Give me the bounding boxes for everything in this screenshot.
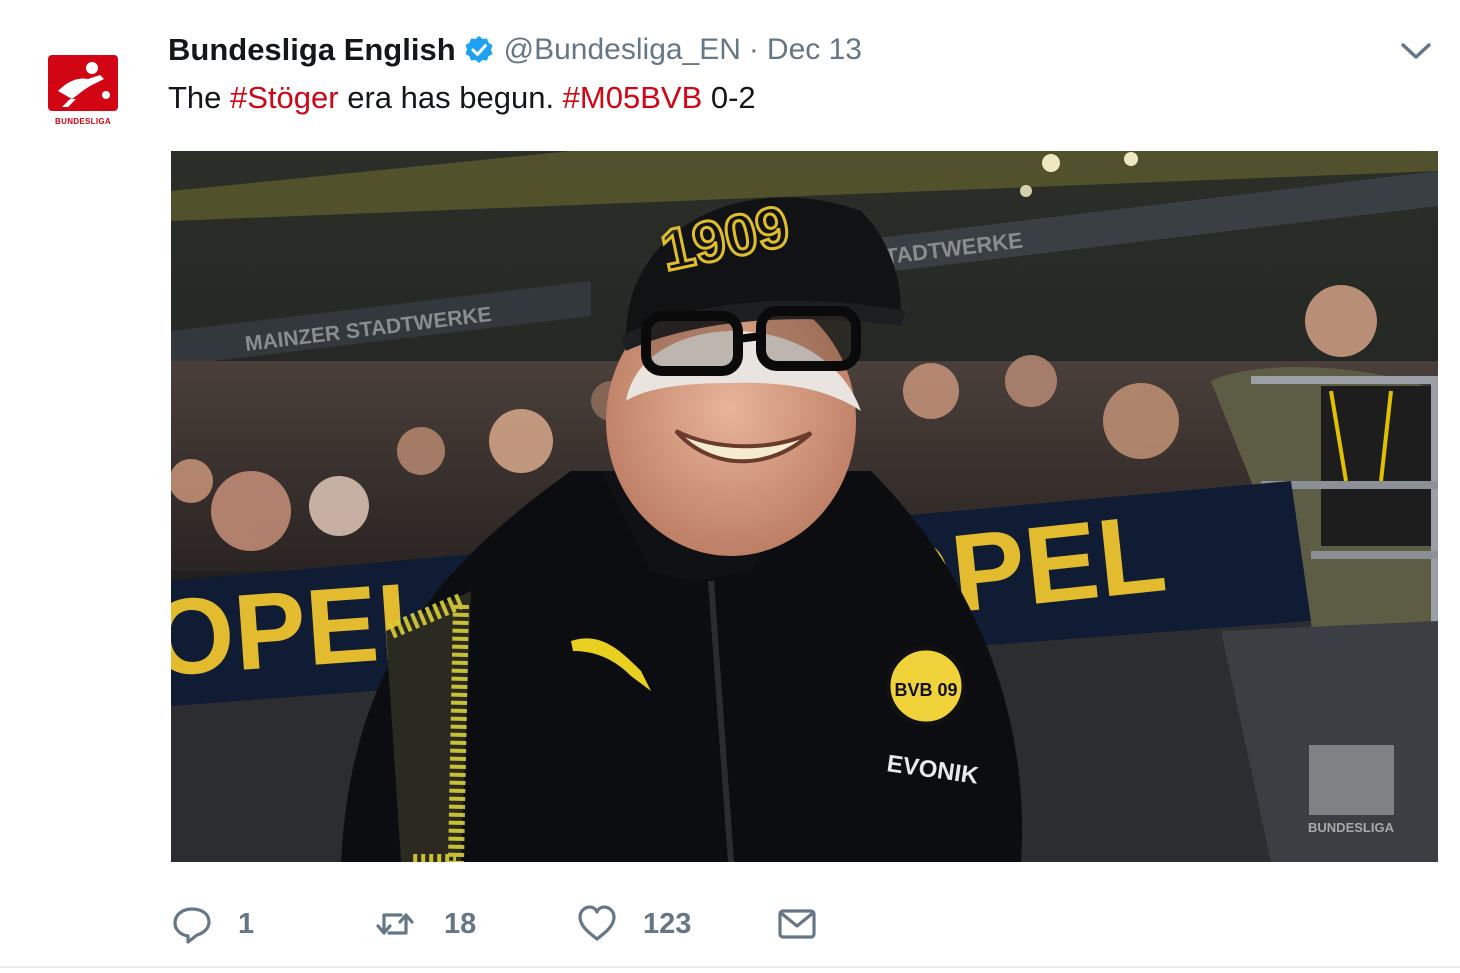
reply-icon [173,907,211,944]
like-button[interactable]: 123 [577,896,691,952]
verified-badge-icon [465,36,493,63]
tweet-text-middle: era has begun. [338,80,563,115]
reply-count: 1 [238,907,255,940]
bundesliga-avatar[interactable]: BUNDESLIGA [45,55,121,129]
direct-message-button[interactable] [777,896,817,952]
avatar-wordmark: BUNDESLIGA [55,117,111,126]
bvb-crest-text: BVB 09 [894,680,957,700]
tweet-text-suffix: 0-2 [702,80,756,115]
tweet-actions: 1 18 123 [172,896,872,952]
hashtag-m05bvb-link[interactable]: #M05BVB [563,80,703,115]
account-name[interactable]: Bundesliga English [168,32,456,68]
like-icon [578,905,616,941]
separator-dot: · [748,33,759,66]
tweet-date[interactable]: Dec 13 [767,33,862,67]
tweet-text-prefix: The [168,80,231,115]
bundesliga-watermark-icon [1309,745,1394,815]
hashtag-stoger-link[interactable]: #Stöger [230,80,339,115]
tweet-divider [0,966,1460,968]
retweet-button[interactable]: 18 [372,896,476,952]
tweet-photo[interactable]: MAINZER STADTWERKE STADTWERKE OPEL OPEL … [171,151,1438,862]
tweet-card[interactable]: BUNDESLIGA Bundesliga English @Bundeslig… [0,0,1460,973]
watermark-text: BUNDESLIGA [1308,820,1395,835]
retweet-icon [376,913,414,935]
chevron-down-icon[interactable] [1398,38,1434,64]
reply-button[interactable]: 1 [172,896,254,952]
message-icon [778,909,816,939]
bundesliga-logo-icon [48,55,118,111]
retweet-count: 18 [444,907,477,940]
account-handle[interactable]: @Bundesliga_EN [504,33,741,67]
like-count: 123 [643,907,692,940]
tweet-header: Bundesliga English @Bundesliga_EN · Dec … [168,30,862,70]
tweet-text: The #Stöger era has begun. #M05BVB 0-2 [168,80,756,116]
